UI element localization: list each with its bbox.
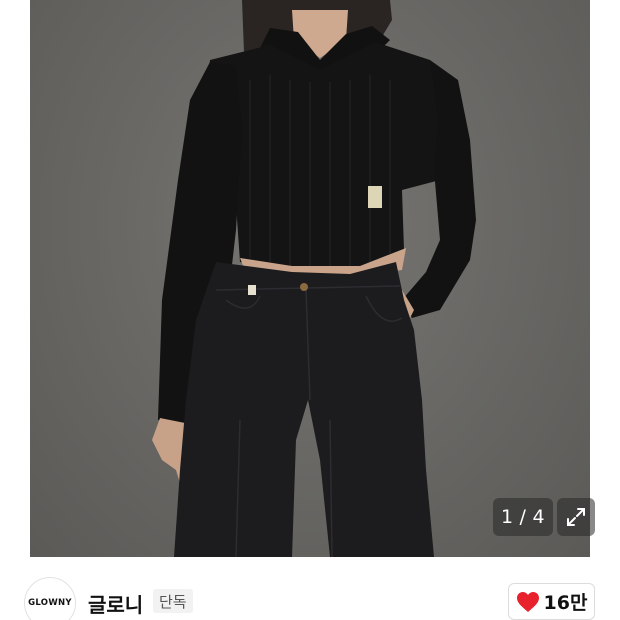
- image-page-counter: 1 / 4: [493, 498, 553, 536]
- brand-info-row: GLOWNY 글로니 단독 16만: [0, 557, 620, 620]
- like-count: 16만: [543, 592, 588, 614]
- model-illustration: [152, 0, 476, 557]
- like-button[interactable]: 16만: [508, 583, 595, 620]
- brand-logo[interactable]: GLOWNY: [24, 577, 76, 620]
- product-image-gallery[interactable]: 1 / 4: [0, 0, 620, 557]
- heart-icon: [516, 591, 539, 612]
- total-pages: 4: [532, 506, 546, 528]
- brand-name-link[interactable]: 글로니: [88, 589, 143, 618]
- brand-logo-text: GLOWNY: [28, 598, 72, 608]
- expand-icon: [567, 508, 585, 526]
- product-photo[interactable]: [30, 0, 590, 557]
- exclusive-badge: 단독: [153, 589, 193, 613]
- expand-button[interactable]: [557, 498, 595, 536]
- page-separator: /: [519, 506, 527, 528]
- current-page: 1: [500, 506, 514, 528]
